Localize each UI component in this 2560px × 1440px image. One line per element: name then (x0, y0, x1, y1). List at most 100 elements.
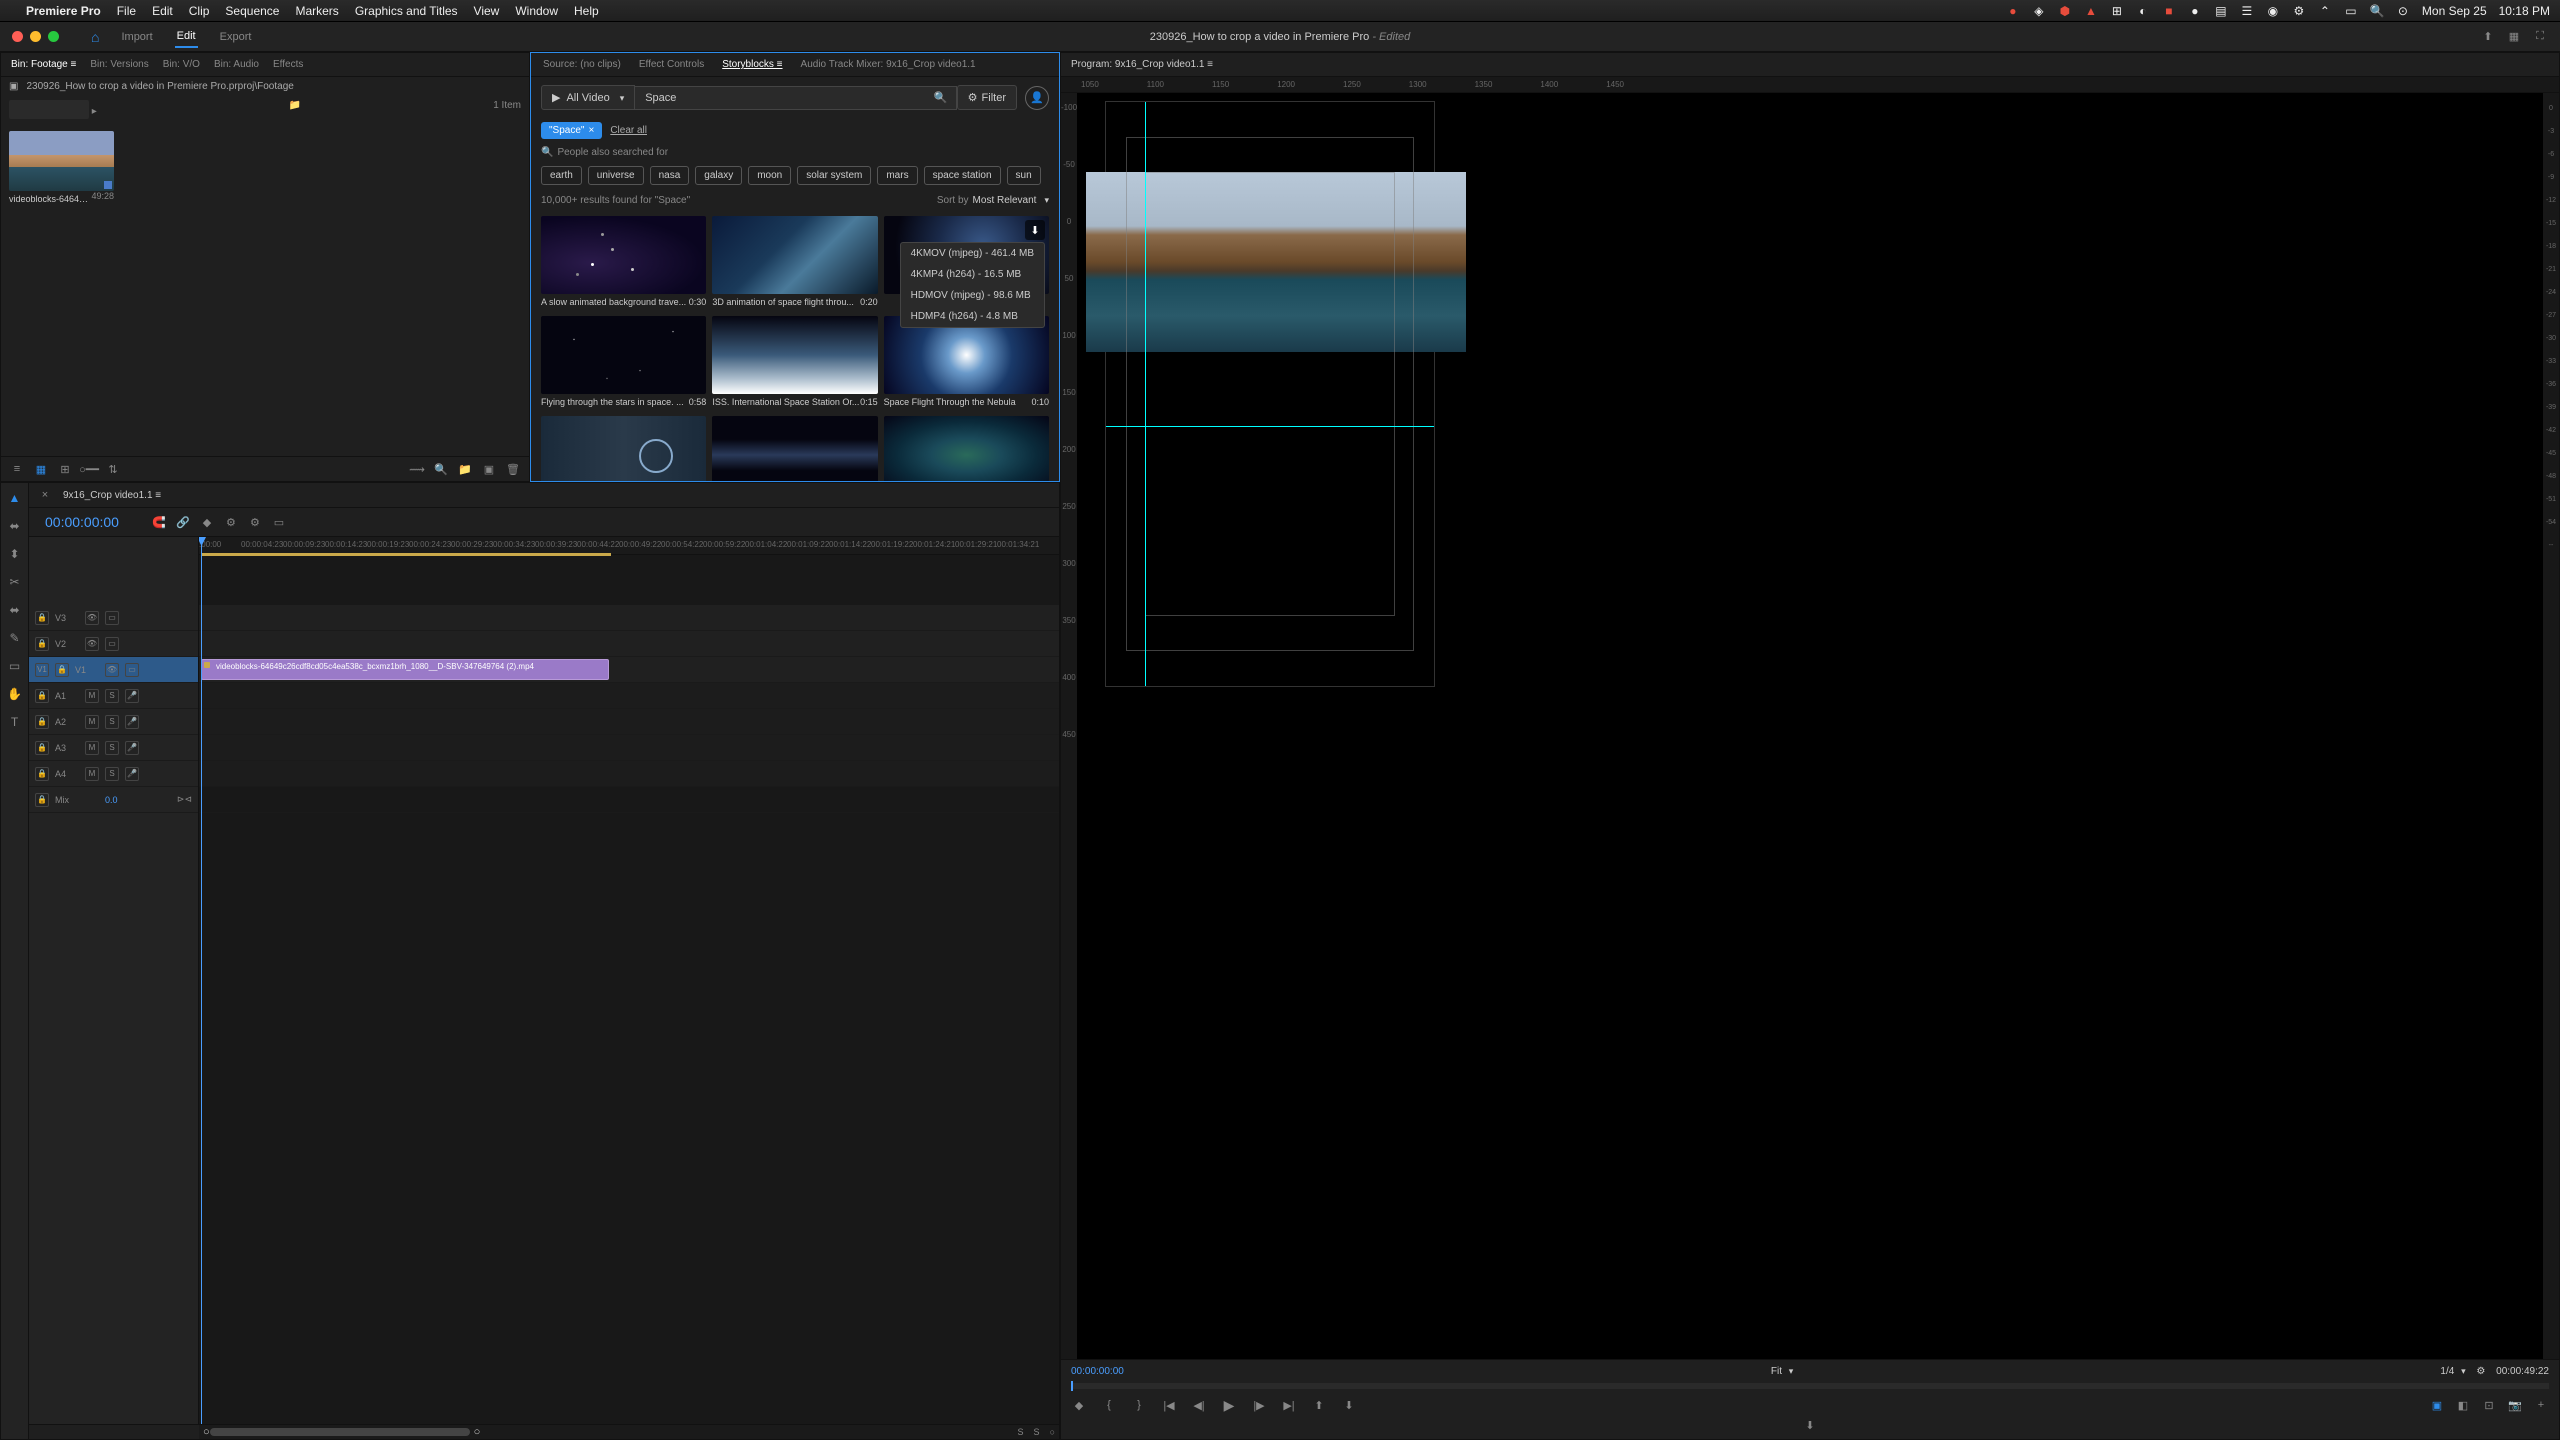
maximize-icon[interactable]: ⛶ (2532, 29, 2548, 45)
menu-view[interactable]: View (474, 4, 500, 18)
tag-nasa[interactable]: nasa (650, 166, 690, 185)
result-item[interactable]: Drifting Through Deep Space0:10 (712, 416, 877, 481)
result-item[interactable]: Flying through the stars in space. ...0:… (541, 316, 706, 410)
record-icon[interactable]: 🎤 (125, 767, 139, 781)
find-icon[interactable]: 🔍 (433, 461, 449, 477)
scroll-right-icon[interactable]: ○ (474, 1426, 481, 1438)
sort-icon[interactable]: ⇅ (105, 461, 121, 477)
lock-icon[interactable]: 🔒 (35, 689, 49, 703)
status-icon[interactable]: ◈ (2032, 4, 2046, 18)
razor-tool[interactable]: ✂ (6, 573, 24, 591)
zoom-slider[interactable]: ○━━ (81, 461, 97, 477)
track-a3[interactable] (199, 735, 1059, 761)
rectangle-tool[interactable]: ▭ (6, 657, 24, 675)
pen-tool[interactable]: ✎ (6, 629, 24, 647)
remove-chip-icon[interactable]: × (588, 125, 594, 136)
wifi-icon[interactable]: ⌃ (2318, 4, 2332, 18)
solo-icon[interactable]: S (105, 715, 119, 729)
menu-markers[interactable]: Markers (295, 4, 338, 18)
tab-program[interactable]: Program: 9x16_Crop video1.1 ≡ (1071, 59, 1213, 70)
tab-bin-footage[interactable]: Bin: Footage ≡ (11, 59, 76, 70)
mute-icon[interactable]: ▭ (105, 611, 119, 625)
track-v2[interactable] (199, 631, 1059, 657)
slip-tool[interactable]: ⬌ (6, 601, 24, 619)
marker-icon[interactable]: ◆ (199, 514, 215, 530)
program-timecode-left[interactable]: 00:00:00:00 (1071, 1366, 1124, 1377)
result-item[interactable]: ⬇ 4KMOV (mjpeg) - 461.4 MB 4KMP4 (h264) … (884, 216, 1049, 310)
step-back-icon[interactable]: ◀| (1191, 1397, 1207, 1413)
menu-file[interactable]: File (117, 4, 136, 18)
user-avatar[interactable]: 👤 (1025, 86, 1049, 110)
icon-view-icon[interactable]: ▦ (33, 461, 49, 477)
menu-clip[interactable]: Clip (189, 4, 210, 18)
mute-icon[interactable]: M (85, 715, 99, 729)
close-seq-icon[interactable]: × (37, 487, 53, 503)
status-icon[interactable]: ▲ (2084, 4, 2098, 18)
home-icon[interactable]: ⌂ (91, 29, 99, 45)
source-patch[interactable]: V1 (35, 663, 49, 677)
track-v1[interactable]: videoblocks-64649c26cdf8cd05c4ea538c_bcx… (199, 657, 1059, 683)
lock-icon[interactable]: 🔒 (35, 767, 49, 781)
status-icon[interactable]: ■ (2162, 4, 2176, 18)
ripple-edit-tool[interactable]: ⬍ (6, 545, 24, 563)
insert-icon[interactable]: ⬇ (1802, 1417, 1818, 1433)
track-header-v2[interactable]: 🔒V2👁▭ (29, 631, 198, 657)
guide-vertical[interactable] (1145, 102, 1146, 686)
track-header-a3[interactable]: 🔒A3MS🎤 (29, 735, 198, 761)
freeform-view-icon[interactable]: ⊞ (57, 461, 73, 477)
project-clip[interactable]: videoblocks-64649c26cdf8c...49:28 (9, 131, 114, 204)
hand-tool[interactable]: ✋ (6, 685, 24, 703)
lock-icon[interactable]: 🔒 (35, 793, 49, 807)
workspace-edit[interactable]: Edit (175, 26, 198, 48)
mute-icon[interactable]: M (85, 689, 99, 703)
status-icon[interactable]: ☰ (2240, 4, 2254, 18)
status-icon[interactable]: ◉ (2266, 4, 2280, 18)
tag-earth[interactable]: earth (541, 166, 582, 185)
button-editor-icon[interactable]: + (2533, 1397, 2549, 1413)
trash-icon[interactable]: 🗑 (505, 461, 521, 477)
project-search-input[interactable] (9, 100, 89, 119)
linked-selection-icon[interactable]: 🔗 (175, 514, 191, 530)
download-option[interactable]: 4KMOV (mjpeg) - 461.4 MB (901, 243, 1044, 264)
menu-edit[interactable]: Edit (152, 4, 173, 18)
download-option[interactable]: HDMOV (mjpeg) - 98.6 MB (901, 285, 1044, 306)
tag-mars[interactable]: mars (877, 166, 917, 185)
result-item[interactable]: ISS. International Space Station Or...0:… (712, 316, 877, 410)
control-center-icon[interactable]: ⊙ (2396, 4, 2410, 18)
tab-audio-mixer[interactable]: Audio Track Mixer: 9x16_Crop video1.1 (801, 59, 976, 70)
workspace-icon[interactable]: ▦ (2506, 29, 2522, 45)
settings-icon[interactable]: ⚙ (223, 514, 239, 530)
result-item[interactable]: Interstellar Nebula Space journey0:15 (884, 416, 1049, 481)
folder-icon[interactable]: 📁 (289, 100, 301, 119)
track-header-v1[interactable]: V1🔒V1👁▭ (29, 657, 198, 683)
new-item-icon[interactable]: ▣ (481, 461, 497, 477)
export-frame-icon[interactable]: ▣ (2429, 1397, 2445, 1413)
menu-graphics[interactable]: Graphics and Titles (355, 4, 458, 18)
guide-horizontal[interactable] (1106, 426, 1434, 427)
mark-in-icon[interactable]: { (1101, 1397, 1117, 1413)
settings-icon[interactable]: ⚙ (2476, 1366, 2485, 1377)
status-icon[interactable]: ⚙ (2292, 4, 2306, 18)
download-option[interactable]: 4KMP4 (h264) - 16.5 MB (901, 264, 1044, 285)
app-name[interactable]: Premiere Pro (26, 4, 101, 18)
menu-help[interactable]: Help (574, 4, 599, 18)
battery-icon[interactable]: ▭ (2344, 4, 2358, 18)
mix-value[interactable]: 0.0 (105, 795, 118, 805)
play-button[interactable]: ▶ (1221, 1397, 1237, 1413)
track-header-a4[interactable]: 🔒A4MS🎤 (29, 761, 198, 787)
tag-space-station[interactable]: space station (924, 166, 1001, 185)
minimize-window[interactable] (30, 31, 41, 42)
tab-bin-versions[interactable]: Bin: Versions (90, 59, 148, 70)
sequence-tab[interactable]: 9x16_Crop video1.1 ≡ (63, 490, 161, 501)
lock-icon[interactable]: 🔒 (35, 741, 49, 755)
search-dropdown-icon[interactable]: ▸ (92, 106, 97, 117)
lock-icon[interactable]: 🔒 (35, 715, 49, 729)
mark-out-icon[interactable]: } (1131, 1397, 1147, 1413)
safe-margins-icon[interactable]: ⊡ (2481, 1397, 2497, 1413)
timeline-tracks[interactable]: :00:0000:00:04:2300:00:09:2300:00:14:230… (199, 537, 1059, 1424)
automate-icon[interactable]: ⟿ (409, 461, 425, 477)
track-mix[interactable] (199, 787, 1059, 813)
status-icon[interactable]: ◐ (2136, 4, 2150, 18)
mute-icon[interactable]: M (85, 767, 99, 781)
tab-effect-controls[interactable]: Effect Controls (639, 59, 704, 70)
